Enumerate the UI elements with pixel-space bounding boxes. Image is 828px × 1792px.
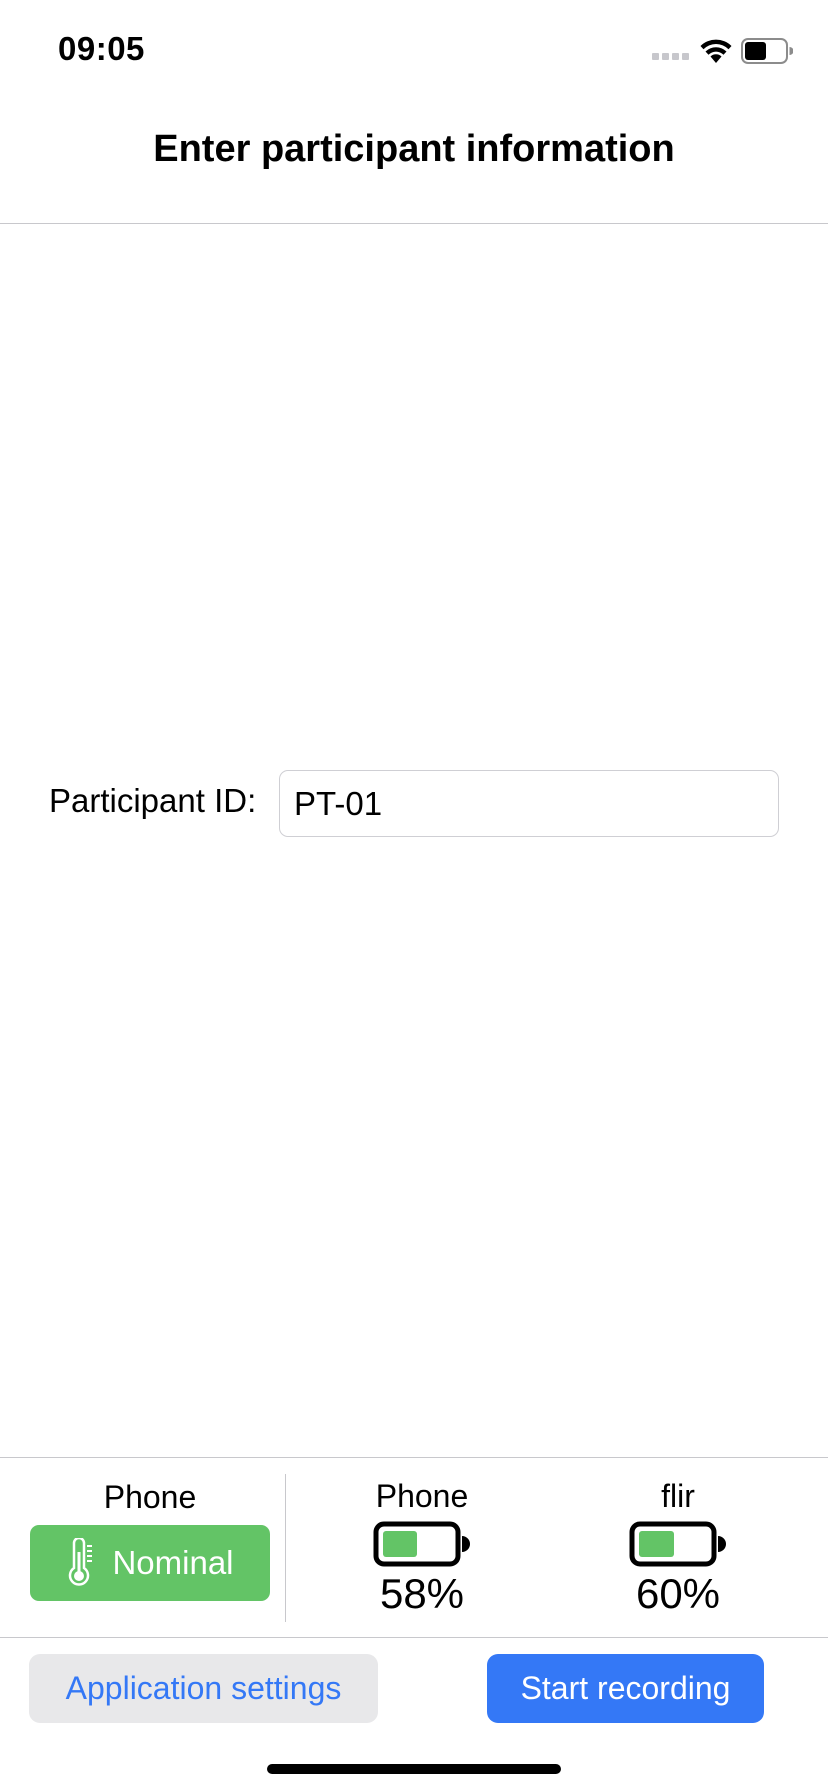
phone-battery: Phone 58% (322, 1476, 522, 1618)
panel-divider (0, 1457, 828, 1458)
status-bar: 09:05 (0, 0, 828, 100)
page-title: Enter participant information (153, 128, 675, 170)
participant-id-label: Participant ID: (49, 782, 257, 819)
flir-battery: flir 60% (578, 1476, 778, 1618)
status-time: 09:05 (58, 30, 145, 67)
application-settings-button[interactable]: Application settings (29, 1654, 378, 1723)
start-recording-button[interactable]: Start recording (487, 1654, 764, 1723)
thermal-status-text: Nominal (112, 1544, 234, 1581)
wifi-icon (700, 39, 732, 63)
screen: 09:05 Enter participant information Part… (0, 0, 828, 1792)
thermal-status-badge: Nominal (30, 1525, 270, 1601)
home-indicator (267, 1764, 561, 1774)
thermometer-icon (69, 1538, 93, 1586)
participant-id-input[interactable] (279, 770, 779, 837)
thermal-device-label: Phone (103, 1479, 197, 1515)
panel-divider (0, 1637, 828, 1638)
nav-divider (0, 223, 828, 224)
battery-icon (741, 38, 793, 64)
phone-battery-percent: 58% (379, 1570, 465, 1617)
panel-vertical-divider (285, 1474, 286, 1622)
flir-battery-percent: 60% (635, 1570, 721, 1617)
flir-battery-label: flir (661, 1478, 695, 1514)
battery-icon (373, 1521, 470, 1567)
battery-icon (629, 1521, 726, 1567)
cellular-signal-icon (652, 53, 689, 60)
phone-battery-label: Phone (375, 1478, 469, 1514)
